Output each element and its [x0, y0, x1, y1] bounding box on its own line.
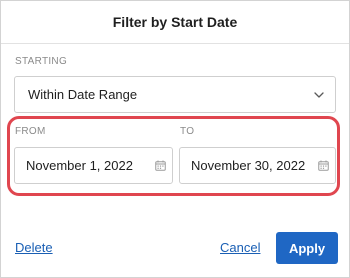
from-label: FROM [15, 126, 46, 137]
calendar-icon[interactable] [317, 160, 329, 172]
from-date-value: November 1, 2022 [26, 158, 133, 173]
to-label: TO [180, 126, 195, 137]
dialog-title: Filter by Start Date [112, 14, 238, 30]
cancel-link[interactable]: Cancel [220, 240, 260, 255]
filter-dialog: Filter by Start Date STARTING Within Dat… [0, 0, 350, 278]
starting-label: STARTING [15, 56, 68, 67]
calendar-icon[interactable] [154, 160, 166, 172]
to-date-field[interactable]: November 30, 2022 [179, 147, 336, 184]
to-date-value: November 30, 2022 [191, 158, 306, 173]
starting-select-value: Within Date Range [28, 87, 138, 102]
starting-select[interactable]: Within Date Range [14, 76, 336, 113]
delete-link[interactable]: Delete [15, 240, 53, 255]
apply-button[interactable]: Apply [276, 232, 338, 264]
chevron-down-icon [313, 89, 325, 101]
dialog-header: Filter by Start Date [1, 1, 349, 44]
from-date-field[interactable]: November 1, 2022 [14, 147, 173, 184]
